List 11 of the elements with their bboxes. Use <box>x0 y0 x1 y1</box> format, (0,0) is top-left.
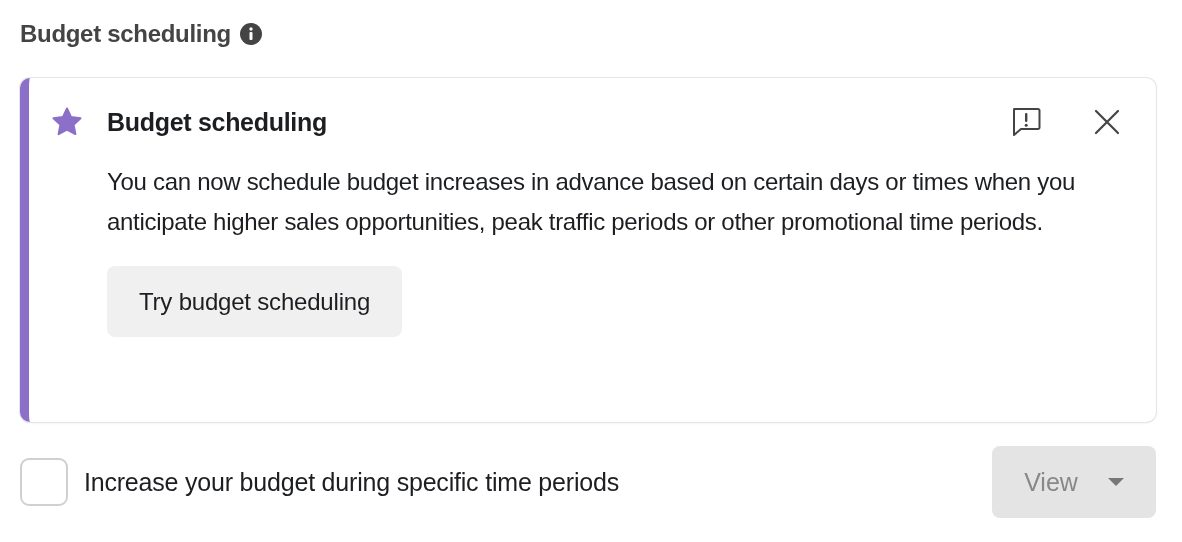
feedback-icon[interactable] <box>1010 106 1042 138</box>
try-button[interactable]: Try budget scheduling <box>107 266 403 337</box>
star-icon <box>51 106 83 138</box>
section-title: Budget scheduling <box>20 20 231 48</box>
notice-title: Budget scheduling <box>107 107 328 137</box>
info-icon[interactable] <box>238 22 263 46</box>
notice-text: You can now schedule budget increases in advance based on certain days or times when you anticipate higher sales opportunities, peak traffic periods or other promotional time periods. <box>107 167 1077 237</box>
caret-icon <box>1107 477 1124 487</box>
close-icon[interactable] <box>1094 109 1120 135</box>
checkbox[interactable] <box>20 458 68 506</box>
option-label: Increase your budget during specific time periods <box>84 467 620 497</box>
